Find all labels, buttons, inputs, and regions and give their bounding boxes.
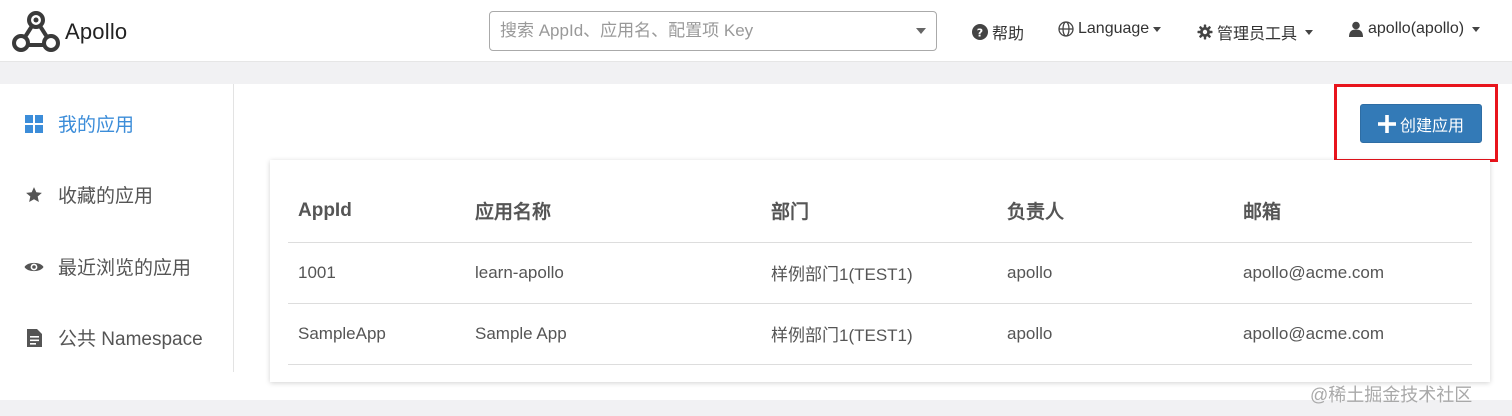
help-label: 帮助: [992, 26, 1025, 43]
caret-down-icon: [1305, 29, 1314, 35]
admin-tools-label: 管理员工具: [1217, 26, 1298, 43]
sidebar-item-my-apps[interactable]: 我的应用: [24, 110, 134, 137]
globe-icon: [1058, 21, 1074, 37]
user-label: apollo(apollo): [1368, 20, 1465, 37]
cell-appid: 1001: [288, 242, 465, 304]
chevron-down-icon[interactable]: [916, 28, 926, 34]
sidebar-item-label: 公共 Namespace: [58, 329, 203, 350]
search-input[interactable]: [500, 13, 916, 49]
cell-app-name: Sample App: [465, 303, 761, 365]
table-row[interactable]: 1001 learn-apollo 样例部门1(TEST1) apollo ap…: [288, 242, 1472, 304]
plus-icon: [1377, 114, 1396, 133]
main-content: 我的应用 收藏的应用 最近浏览的应用 公共 Namespace 创建应用 App…: [0, 84, 1512, 400]
cell-owner: apollo: [997, 303, 1233, 365]
cell-department: 样例部门1(TEST1): [761, 303, 997, 365]
star-icon: [24, 186, 44, 204]
column-header-department: 部门: [761, 160, 997, 243]
gear-icon: [1197, 24, 1213, 40]
user-dropdown[interactable]: apollo(apollo): [1348, 20, 1481, 38]
cell-department: 样例部门1(TEST1): [761, 242, 997, 304]
document-icon: [24, 328, 44, 347]
cell-app-name: learn-apollo: [465, 242, 761, 304]
sidebar-item-public-namespace[interactable]: 公共 Namespace: [24, 324, 203, 351]
caret-down-icon: [1153, 26, 1162, 32]
column-header-email: 邮箱: [1233, 160, 1472, 243]
create-app-label: 创建应用: [1399, 117, 1464, 135]
help-link[interactable]: ? 帮助: [972, 20, 1024, 44]
app-list-card: AppId 应用名称 部门 负责人 邮箱 1001 learn-apollo 样…: [270, 160, 1490, 382]
apollo-logo-icon: [12, 11, 60, 52]
admin-tools-dropdown[interactable]: 管理员工具: [1197, 20, 1314, 44]
sidebar-item-favorites[interactable]: 收藏的应用: [24, 181, 153, 208]
sidebar: 我的应用 收藏的应用 最近浏览的应用 公共 Namespace: [0, 84, 234, 372]
sidebar-item-label: 最近浏览的应用: [58, 258, 192, 279]
sidebar-item-label: 收藏的应用: [58, 186, 154, 207]
column-header-owner: 负责人: [997, 160, 1233, 243]
grid-icon: [24, 114, 44, 133]
top-navbar: Apollo ? 帮助 Language: [0, 0, 1512, 62]
column-header-appid: AppId: [288, 160, 465, 243]
apollo-logo[interactable]: Apollo: [12, 10, 127, 54]
cell-email: apollo@acme.com: [1233, 303, 1472, 365]
caret-down-icon: [1472, 26, 1481, 32]
column-header-app-name: 应用名称: [465, 160, 761, 243]
language-label: Language: [1078, 20, 1150, 37]
cell-owner: apollo: [997, 242, 1233, 304]
search-box[interactable]: [489, 11, 937, 51]
app-table: AppId 应用名称 部门 负责人 邮箱 1001 learn-apollo 样…: [288, 160, 1472, 365]
question-circle-icon: ?: [972, 24, 988, 40]
app-name: Apollo: [65, 19, 128, 44]
table-row[interactable]: SampleApp Sample App 样例部门1(TEST1) apollo…: [288, 303, 1472, 365]
sidebar-item-recent[interactable]: 最近浏览的应用: [24, 253, 191, 280]
user-icon: [1349, 21, 1363, 37]
sidebar-item-label: 我的应用: [58, 115, 135, 136]
language-dropdown[interactable]: Language: [1058, 20, 1162, 38]
cell-email: apollo@acme.com: [1233, 242, 1472, 304]
svg-text:?: ?: [977, 26, 983, 39]
cell-appid: SampleApp: [288, 303, 465, 365]
table-header-row: AppId 应用名称 部门 负责人 邮箱: [288, 160, 1472, 243]
create-app-button[interactable]: 创建应用: [1360, 104, 1482, 143]
eye-icon: [24, 260, 44, 274]
watermark: @稀土掘金技术社区: [1310, 385, 1473, 405]
